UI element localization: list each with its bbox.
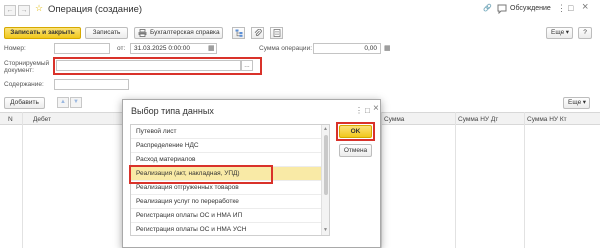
calendar-icon[interactable]: ▦ — [208, 44, 215, 52]
attach-icon — [254, 29, 262, 36]
list-item[interactable]: Путевой лист — [131, 125, 322, 139]
storno-document-field[interactable] — [56, 60, 241, 71]
attach-button[interactable] — [251, 27, 264, 39]
table-more-label: Еще — [568, 99, 582, 106]
dialog-close-icon[interactable]: × — [373, 103, 379, 114]
arrow-up-icon: ▲ — [60, 99, 66, 105]
list-item[interactable]: Регистрация оплаты ОС и НМА ИП — [131, 209, 322, 223]
forward-button[interactable]: → — [18, 5, 30, 16]
dialog-maximize-icon[interactable]: □ — [365, 106, 370, 115]
column-n[interactable]: N — [8, 116, 13, 123]
column-divider — [455, 112, 456, 248]
accounting-reference-label: Бухгалтерская справка — [150, 29, 220, 36]
data-type-dialog: Выбор типа данных ⋮ □ × Путевой лист Рас… — [122, 99, 381, 248]
accounting-reference-button[interactable]: Бухгалтерская справка — [134, 27, 223, 39]
sum-label: Сумма операции: — [259, 45, 312, 52]
dialog-more-icon[interactable]: ⋮ — [355, 106, 363, 115]
printer-icon — [138, 29, 147, 37]
cancel-button[interactable]: Отмена — [339, 144, 372, 157]
more-actions-icon[interactable]: ⋮ — [557, 3, 566, 14]
calculator-icon[interactable]: ▦ — [384, 44, 391, 52]
forward-arrow-icon: → — [20, 7, 28, 14]
column-sum-nu-kt[interactable]: Сумма НУ Кт — [527, 116, 567, 123]
column-sum-nu-dt[interactable]: Сумма НУ Дт — [458, 116, 498, 123]
column-divider — [381, 112, 382, 248]
table-more-button[interactable]: Еще ▾ — [563, 97, 590, 109]
help-button[interactable]: ? — [578, 27, 592, 39]
storno-select-button[interactable]: ... — [241, 60, 253, 71]
discussion-icon — [497, 4, 507, 15]
content-label: Содержание: — [4, 81, 44, 88]
ok-button[interactable]: OK — [339, 125, 372, 138]
storno-label-line2: документ: — [4, 67, 34, 74]
dialog-title: Выбор типа данных — [131, 106, 214, 116]
link-icon[interactable]: 🔗 — [483, 4, 492, 12]
list-item[interactable]: Реализация услуг по переработке — [131, 195, 322, 209]
sum-field[interactable]: 0,00 — [313, 43, 381, 54]
chevron-down-icon: ▾ — [582, 99, 586, 106]
storno-label-line1: Сторнируемый — [4, 60, 50, 67]
back-button[interactable]: ← — [4, 5, 16, 16]
list-item[interactable]: Распределение НДС — [131, 139, 322, 153]
structure-button[interactable] — [232, 27, 245, 39]
chevron-down-icon: ▾ — [565, 29, 569, 36]
list-item[interactable]: Регистрация оплаты ОС и НМА УСН — [131, 223, 322, 235]
selected-item-highlight-frame — [129, 165, 273, 184]
content-field[interactable] — [54, 79, 129, 90]
column-divider — [524, 112, 525, 248]
scroll-up-icon[interactable]: ▲ — [323, 126, 328, 132]
move-up-button[interactable]: ▲ — [57, 97, 69, 108]
move-down-button[interactable]: ▼ — [70, 97, 82, 108]
scroll-down-icon[interactable]: ▼ — [323, 227, 328, 233]
number-field[interactable] — [54, 43, 110, 54]
number-label: Номер: — [4, 45, 26, 52]
back-arrow-icon: ← — [6, 7, 14, 14]
add-row-button[interactable]: Добавить — [4, 97, 45, 109]
close-icon[interactable]: × — [582, 1, 588, 13]
report-button[interactable] — [270, 27, 283, 39]
column-divider — [22, 112, 23, 248]
report-icon — [273, 29, 281, 37]
more-label: Еще — [551, 29, 565, 36]
list-scrollbar[interactable]: ▲ ▼ — [321, 125, 329, 235]
arrow-down-icon: ▼ — [73, 99, 79, 105]
more-button[interactable]: Еще ▾ — [546, 27, 573, 39]
structure-icon — [235, 29, 243, 37]
date-label: от: — [117, 45, 126, 52]
discussion-button[interactable]: Обсуждение — [510, 5, 551, 12]
favorite-star-icon[interactable]: ☆ — [35, 3, 43, 14]
save-button[interactable]: Записать — [85, 27, 128, 39]
storno-label: Сторнируемый документ: — [4, 60, 49, 74]
maximize-icon[interactable]: □ — [568, 3, 573, 13]
scrollbar-thumb[interactable] — [324, 135, 328, 195]
column-debit[interactable]: Дебет — [33, 116, 51, 123]
date-field[interactable]: 31.03.2025 0:00:00 — [130, 43, 217, 54]
page-title: Операция (создание) — [48, 4, 143, 15]
save-and-close-button[interactable]: Записать и закрыть — [4, 27, 81, 39]
column-sum[interactable]: Сумма — [384, 116, 404, 123]
